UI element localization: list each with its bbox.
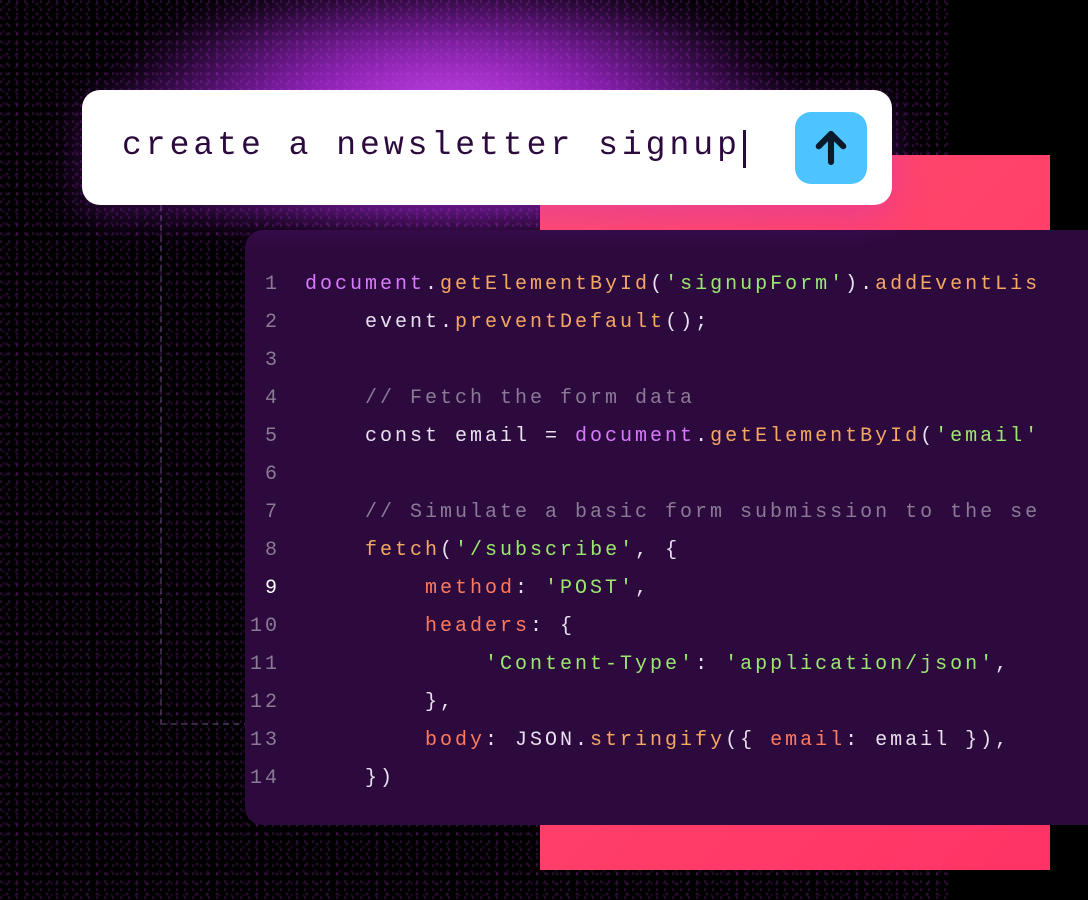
arrow-up-icon bbox=[810, 127, 852, 169]
prompt-text: create a newsletter signup bbox=[122, 127, 741, 164]
text-cursor bbox=[743, 130, 746, 168]
line-number: 5 bbox=[245, 425, 305, 448]
send-button[interactable] bbox=[795, 112, 867, 184]
line-number: 8 bbox=[245, 539, 305, 562]
code-line: 5 const email = document.getElementById(… bbox=[245, 417, 1088, 455]
code-content: fetch('/subscribe', { bbox=[305, 539, 680, 562]
code-line: 2 event.preventDefault(); bbox=[245, 303, 1088, 341]
code-line: 12 }, bbox=[245, 683, 1088, 721]
code-line: 3 bbox=[245, 341, 1088, 379]
code-content: headers: { bbox=[305, 615, 575, 638]
code-content: 'Content-Type': 'application/json', bbox=[305, 653, 1010, 676]
line-number: 10 bbox=[245, 615, 305, 638]
code-line: 4 // Fetch the form data bbox=[245, 379, 1088, 417]
code-content: }) bbox=[305, 767, 395, 790]
line-number: 6 bbox=[245, 463, 305, 486]
code-content: body: JSON.stringify({ email: email }), bbox=[305, 729, 1010, 752]
line-number: 7 bbox=[245, 501, 305, 524]
code-line: 13 body: JSON.stringify({ email: email }… bbox=[245, 721, 1088, 759]
line-number: 14 bbox=[245, 767, 305, 790]
line-number: 13 bbox=[245, 729, 305, 752]
prompt-input-bar: create a newsletter signup bbox=[82, 90, 892, 205]
code-line: 8 fetch('/subscribe', { bbox=[245, 531, 1088, 569]
line-number: 1 bbox=[245, 273, 305, 296]
prompt-text-wrapper[interactable]: create a newsletter signup bbox=[122, 127, 746, 169]
code-line: 7 // Simulate a basic form submission to… bbox=[245, 493, 1088, 531]
code-line: 1document.getElementById('signupForm').a… bbox=[245, 265, 1088, 303]
code-line: 10 headers: { bbox=[245, 607, 1088, 645]
code-content: method: 'POST', bbox=[305, 577, 650, 600]
line-number: 11 bbox=[245, 653, 305, 676]
code-content: const email = document.getElementById('e… bbox=[305, 425, 1040, 448]
line-number: 9 bbox=[245, 577, 305, 600]
code-content: }, bbox=[305, 691, 455, 714]
code-line: 11 'Content-Type': 'application/json', bbox=[245, 645, 1088, 683]
code-content: // Simulate a basic form submission to t… bbox=[305, 501, 1040, 524]
code-lines-container: 1document.getElementById('signupForm').a… bbox=[245, 265, 1088, 797]
code-content: event.preventDefault(); bbox=[305, 311, 710, 334]
line-number: 2 bbox=[245, 311, 305, 334]
line-number: 3 bbox=[245, 349, 305, 372]
code-editor-panel: 1document.getElementById('signupForm').a… bbox=[245, 230, 1088, 825]
code-content: document.getElementById('signupForm').ad… bbox=[305, 273, 1040, 296]
code-line: 6 bbox=[245, 455, 1088, 493]
code-line: 9 method: 'POST', bbox=[245, 569, 1088, 607]
line-number: 4 bbox=[245, 387, 305, 410]
code-content: // Fetch the form data bbox=[305, 387, 695, 410]
line-number: 12 bbox=[245, 691, 305, 714]
code-line: 14 }) bbox=[245, 759, 1088, 797]
